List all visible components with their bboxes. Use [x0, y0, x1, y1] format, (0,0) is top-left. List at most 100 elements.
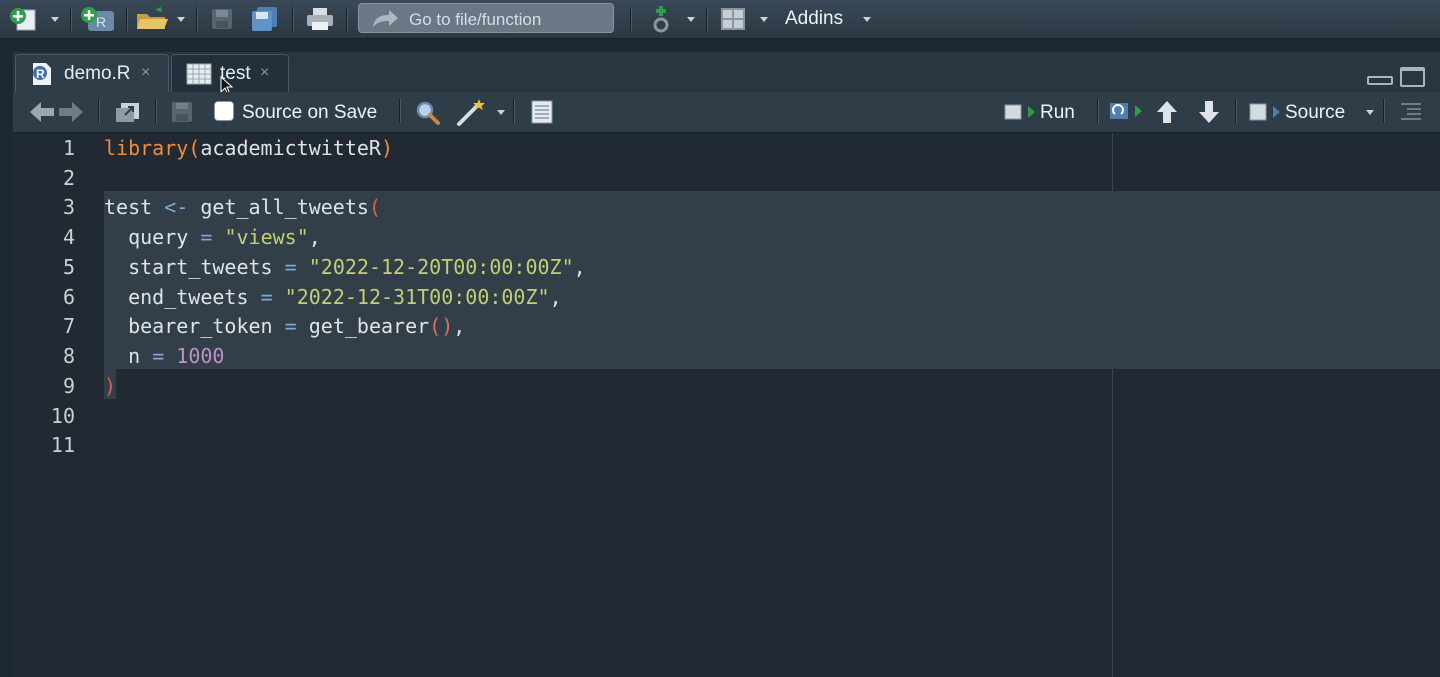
folder-open-icon [137, 7, 168, 29]
equals: = [284, 255, 297, 279]
go-to-file-function-placeholder: Go to file/function [409, 10, 542, 29]
code-line-1: library(academictwitteR) [104, 136, 393, 160]
string: "2022-12-20T00:00:00Z" [308, 255, 574, 279]
toolbar-divider [1383, 99, 1385, 123]
save-all-button[interactable] [250, 6, 280, 32]
line-number: 8 [62, 344, 75, 368]
toolbar-divider [155, 99, 157, 123]
r-file-icon: R [33, 63, 51, 85]
addins-dropdown-icon[interactable] [863, 17, 871, 22]
save-button[interactable] [208, 7, 236, 31]
editor-tab-bar: R demo.R × test × [13, 52, 1440, 96]
new-file-icon [10, 8, 36, 31]
code-editor[interactable]: 1 2 3 4 5 6 7 8 9 10 11 library(academic… [13, 133, 1440, 677]
argument: bearer_token [128, 314, 273, 338]
version-control-dropdown-icon[interactable] [687, 17, 695, 22]
function-name: get_bearer [308, 314, 430, 338]
go-to-previous-chunk-icon[interactable] [1156, 100, 1178, 124]
search-icon[interactable] [415, 100, 441, 126]
line-number: 4 [62, 225, 75, 249]
go-to-file-function-input[interactable]: Go to file/function [358, 3, 614, 33]
editor-toolbar: Source on Save Run Source [13, 92, 1440, 133]
magic-wand-icon[interactable] [455, 97, 489, 127]
open-file-dropdown-icon[interactable] [177, 17, 185, 22]
minimize-pane-button[interactable] [1367, 76, 1393, 85]
argument: academictwitteR [200, 136, 381, 160]
tab-label: demo.R [64, 63, 131, 84]
string: "2022-12-31T00:00:00Z" [284, 285, 550, 309]
toolbar-divider [1235, 99, 1237, 123]
open-file-button[interactable] [135, 6, 171, 32]
line-number: 6 [62, 285, 75, 309]
code-line-3: test <- get_all_tweets( [104, 195, 381, 219]
source-button[interactable]: Source [1247, 96, 1353, 128]
save-all-icon [252, 7, 277, 31]
line-number: 9 [62, 374, 75, 398]
line-number: 10 [50, 404, 75, 428]
pane-layout-button[interactable] [718, 6, 748, 32]
toolbar-divider [98, 99, 100, 123]
toolbar-divider [70, 7, 72, 31]
new-file-dropdown-icon[interactable] [51, 17, 59, 22]
function-name: library [104, 136, 189, 160]
toolbar-divider [292, 7, 294, 31]
equals: = [200, 225, 213, 249]
line-number: 2 [62, 166, 75, 190]
source-dropdown-icon[interactable] [1366, 110, 1374, 115]
new-file-button[interactable] [8, 6, 40, 32]
paren: ) [104, 374, 117, 398]
code-line-4: query = "views", [104, 225, 321, 249]
forward-arrow-icon[interactable] [58, 101, 84, 123]
go-to-arrow-icon [373, 10, 398, 27]
run-label: Run [1040, 102, 1075, 123]
line-number: 3 [62, 195, 75, 219]
close-icon[interactable]: × [260, 64, 269, 82]
code-line-8: n = 1000 [104, 344, 224, 368]
maximize-pane-button[interactable] [1400, 67, 1425, 87]
print-icon [307, 8, 333, 30]
equals: = [284, 314, 297, 338]
save-icon [212, 9, 232, 29]
save-icon[interactable] [171, 101, 193, 123]
toolbar-divider [706, 7, 708, 31]
version-control-button[interactable] [646, 4, 676, 34]
toolbar-divider [1097, 99, 1099, 123]
line-number: 5 [62, 255, 75, 279]
paren: ( [188, 136, 201, 160]
argument: n [128, 344, 141, 368]
source-icon [1249, 103, 1280, 121]
tab-demo-r[interactable]: R demo.R × [15, 54, 169, 92]
code-line-7: bearer_token = get_bearer(), [104, 314, 465, 338]
compile-report-icon[interactable] [530, 99, 554, 125]
close-icon[interactable]: × [141, 64, 150, 82]
paren: () [429, 314, 454, 338]
paren: ( [368, 195, 381, 219]
variable: test [104, 195, 153, 219]
source-on-save-checkbox[interactable] [214, 101, 234, 121]
print-button[interactable] [304, 6, 336, 32]
toolbar-divider [399, 99, 401, 123]
addins-menu[interactable]: Addins [785, 8, 843, 30]
new-project-button[interactable]: R [80, 5, 116, 33]
argument: query [128, 225, 189, 249]
paren: ) [380, 136, 394, 160]
go-to-next-chunk-icon[interactable] [1198, 100, 1220, 124]
rerun-icon[interactable] [1109, 100, 1143, 124]
back-arrow-icon[interactable] [29, 101, 55, 123]
line-number: 11 [50, 433, 75, 457]
function-name: get_all_tweets [200, 195, 369, 219]
document-outline-icon[interactable] [1399, 101, 1423, 121]
svg-text:R: R [96, 14, 106, 30]
line-number: 7 [62, 314, 75, 338]
toolbar-divider [513, 99, 515, 123]
pane-layout-dropdown-icon[interactable] [760, 17, 768, 22]
svg-text:R: R [36, 67, 45, 81]
string: "views" [224, 225, 309, 249]
code-tools-dropdown-icon[interactable] [497, 110, 505, 115]
run-button[interactable]: Run [1002, 96, 1078, 128]
show-in-window-icon[interactable] [113, 100, 141, 124]
comma: , [549, 285, 562, 309]
source-on-save-label: Source on Save [242, 102, 378, 123]
toolbar-divider [630, 7, 632, 31]
comma: , [453, 314, 466, 338]
